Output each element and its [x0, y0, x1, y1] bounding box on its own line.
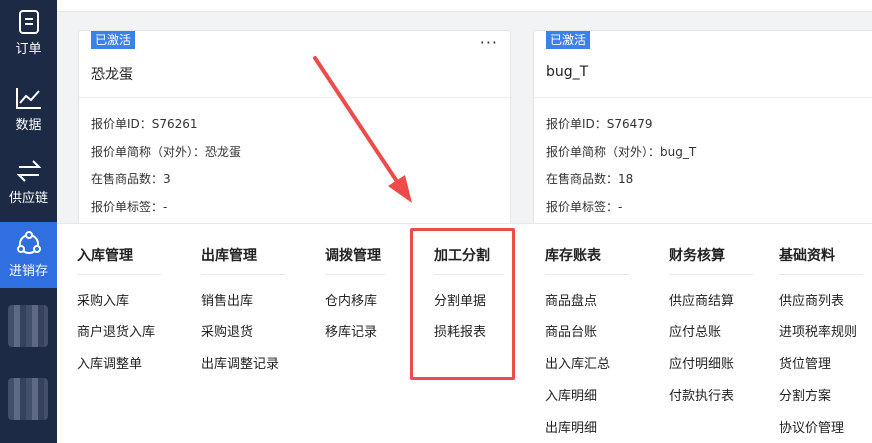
menu-item-agreement-price[interactable]: 协议价管理: [779, 417, 844, 436]
menu-item-inbound-details[interactable]: 入库明细: [545, 385, 597, 404]
divider: [669, 274, 753, 275]
divider: [77, 274, 161, 275]
inventory-icon: [15, 230, 43, 258]
menu-heading: 调拨管理: [325, 248, 381, 264]
product-count: 在售商品数：18: [546, 172, 634, 186]
divider: [534, 97, 872, 98]
menu-item-location-management[interactable]: 货位管理: [779, 353, 831, 372]
sidebar-item-data[interactable]: 数据: [0, 84, 57, 133]
menu-item-payment-execution[interactable]: 付款执行表: [669, 385, 734, 404]
quote-short-name: 报价单简称（对外）：恐龙蛋: [91, 145, 242, 159]
quote-short-name: 报价单简称（对外）：bug_T: [546, 145, 697, 159]
blurred-item: [8, 378, 48, 420]
more-options-icon[interactable]: ···: [480, 33, 498, 52]
menu-item-move-records[interactable]: 移库记录: [325, 321, 377, 340]
quote-tags: 报价单标签：-: [546, 200, 623, 214]
sidebar-item-supply-chain[interactable]: 供应链: [0, 157, 57, 206]
sidebar: 订单 数据 供应链 进销存: [0, 0, 57, 443]
divider: [201, 274, 285, 275]
menu-item-outbound-details[interactable]: 出库明细: [545, 417, 597, 436]
status-badge: 已激活: [546, 31, 591, 49]
menu-item-merchant-return-inbound[interactable]: 商户退货入库: [77, 321, 155, 340]
divider: [779, 274, 863, 275]
menu-item-split-plans[interactable]: 分割方案: [779, 385, 831, 404]
menu-item-sales-outbound[interactable]: 销售出库: [201, 290, 253, 309]
menu-item-purchase-inbound[interactable]: 采购入库: [77, 290, 129, 309]
menu-item-inout-summary[interactable]: 出入库汇总: [545, 353, 610, 372]
menu-heading: 出库管理: [201, 248, 257, 264]
quote-card[interactable]: 已激活 ··· 恐龙蛋 报价单ID：S76261 报价单简称（对外）：恐龙蛋 在…: [78, 30, 511, 230]
sidebar-item-inventory[interactable]: 进销存: [0, 222, 57, 288]
menu-heading: 财务核算: [669, 248, 725, 264]
menu-heading: 基础资料: [779, 248, 835, 264]
highlight-box: [410, 228, 515, 380]
menu-heading: 库存账表: [545, 248, 601, 264]
menu-item-payables-details[interactable]: 应付明细账: [669, 353, 734, 372]
product-count: 在售商品数：3: [91, 172, 171, 186]
divider: [325, 274, 385, 275]
menu-item-supplier-settlement[interactable]: 供应商结算: [669, 290, 734, 309]
menu-item-product-ledger[interactable]: 商品台账: [545, 321, 597, 340]
sidebar-item-label: 订单: [15, 42, 42, 57]
status-badge: 已激活: [91, 31, 136, 49]
quote-id: 报价单ID：S76261: [91, 117, 198, 131]
quote-id: 报价单ID：S76479: [546, 117, 653, 131]
menu-item-inbound-adjustment[interactable]: 入库调整单: [77, 353, 142, 372]
divider: [79, 97, 510, 98]
exchange-icon: [15, 157, 43, 185]
quote-tags: 报价单标签：-: [91, 200, 168, 214]
sidebar-item-label: 供应链: [8, 191, 48, 206]
menu-heading: 入库管理: [77, 248, 133, 264]
quote-card[interactable]: 已激活 bug_T 报价单ID：S76479 报价单简称（对外）：bug_T 在…: [533, 30, 872, 230]
sidebar-item-orders[interactable]: 订单: [0, 8, 57, 57]
sidebar-item-label: 数据: [15, 118, 42, 133]
order-icon: [15, 8, 43, 36]
menu-item-supplier-list[interactable]: 供应商列表: [779, 290, 844, 309]
menu-item-input-tax-rules[interactable]: 进项税率规则: [779, 321, 857, 340]
top-bar: [57, 0, 872, 12]
card-title: bug_T: [546, 64, 589, 80]
menu-item-in-warehouse-move[interactable]: 仓内移库: [325, 290, 377, 309]
sidebar-item-label: 进销存: [8, 264, 48, 279]
blurred-item: [8, 305, 48, 347]
menu-item-payables-ledger[interactable]: 应付总账: [669, 321, 721, 340]
card-title: 恐龙蛋: [91, 67, 133, 83]
menu-item-purchase-return[interactable]: 采购退货: [201, 321, 253, 340]
chart-line-icon: [15, 84, 43, 112]
menu-item-stock-count[interactable]: 商品盘点: [545, 290, 597, 309]
divider: [545, 274, 629, 275]
menu-item-outbound-adjustment-records[interactable]: 出库调整记录: [201, 353, 279, 372]
